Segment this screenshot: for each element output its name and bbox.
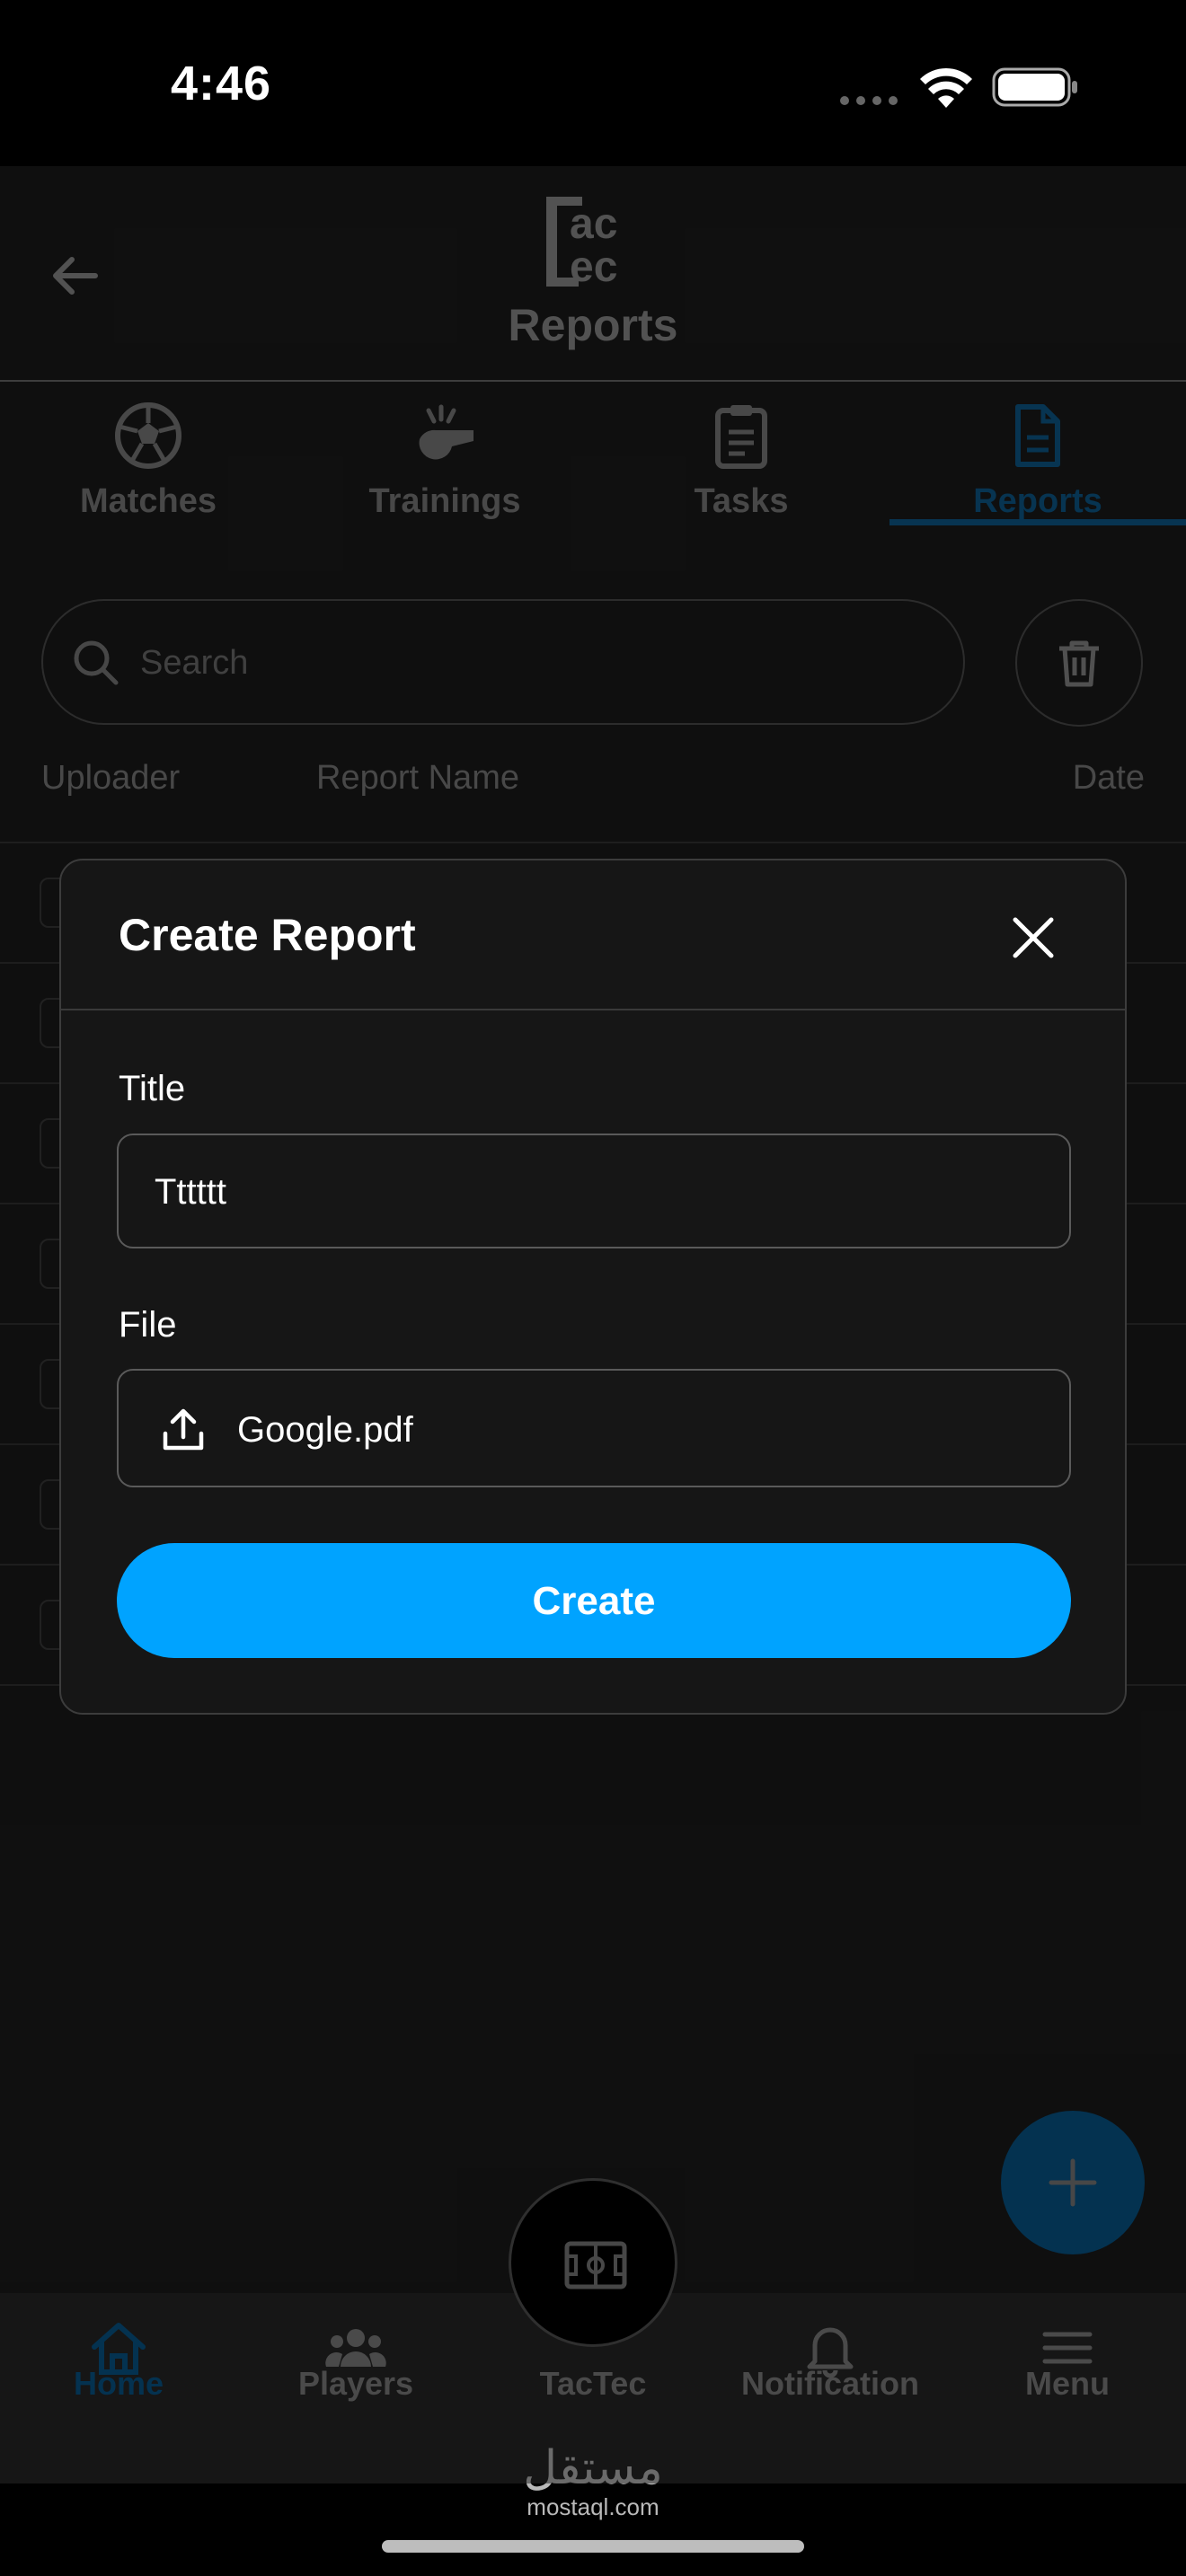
- watermark-url: mostaql.com: [527, 2493, 659, 2520]
- title-field[interactable]: [117, 1134, 1071, 1248]
- close-icon[interactable]: [1008, 913, 1058, 963]
- file-field-label: File: [119, 1305, 177, 1345]
- create-report-dialog: Create Report Title File Google.pdf Crea…: [59, 859, 1127, 1715]
- cellular-signal-icon: [840, 93, 899, 105]
- status-bar: 4:46: [0, 0, 1186, 166]
- wifi-icon: [920, 66, 972, 108]
- title-field-label: Title: [119, 1069, 186, 1108]
- status-time: 4:46: [171, 57, 272, 110]
- battery-icon: [992, 66, 1078, 108]
- file-upload-field[interactable]: Google.pdf: [117, 1369, 1071, 1487]
- dialog-title: Create Report: [119, 910, 416, 960]
- selected-file-name: Google.pdf: [237, 1410, 413, 1450]
- create-button[interactable]: Create: [117, 1543, 1071, 1658]
- dialog-header: Create Report: [61, 860, 1125, 1010]
- home-indicator[interactable]: [382, 2540, 804, 2553]
- upload-icon: [160, 1407, 207, 1453]
- title-input[interactable]: [153, 1135, 1037, 1248]
